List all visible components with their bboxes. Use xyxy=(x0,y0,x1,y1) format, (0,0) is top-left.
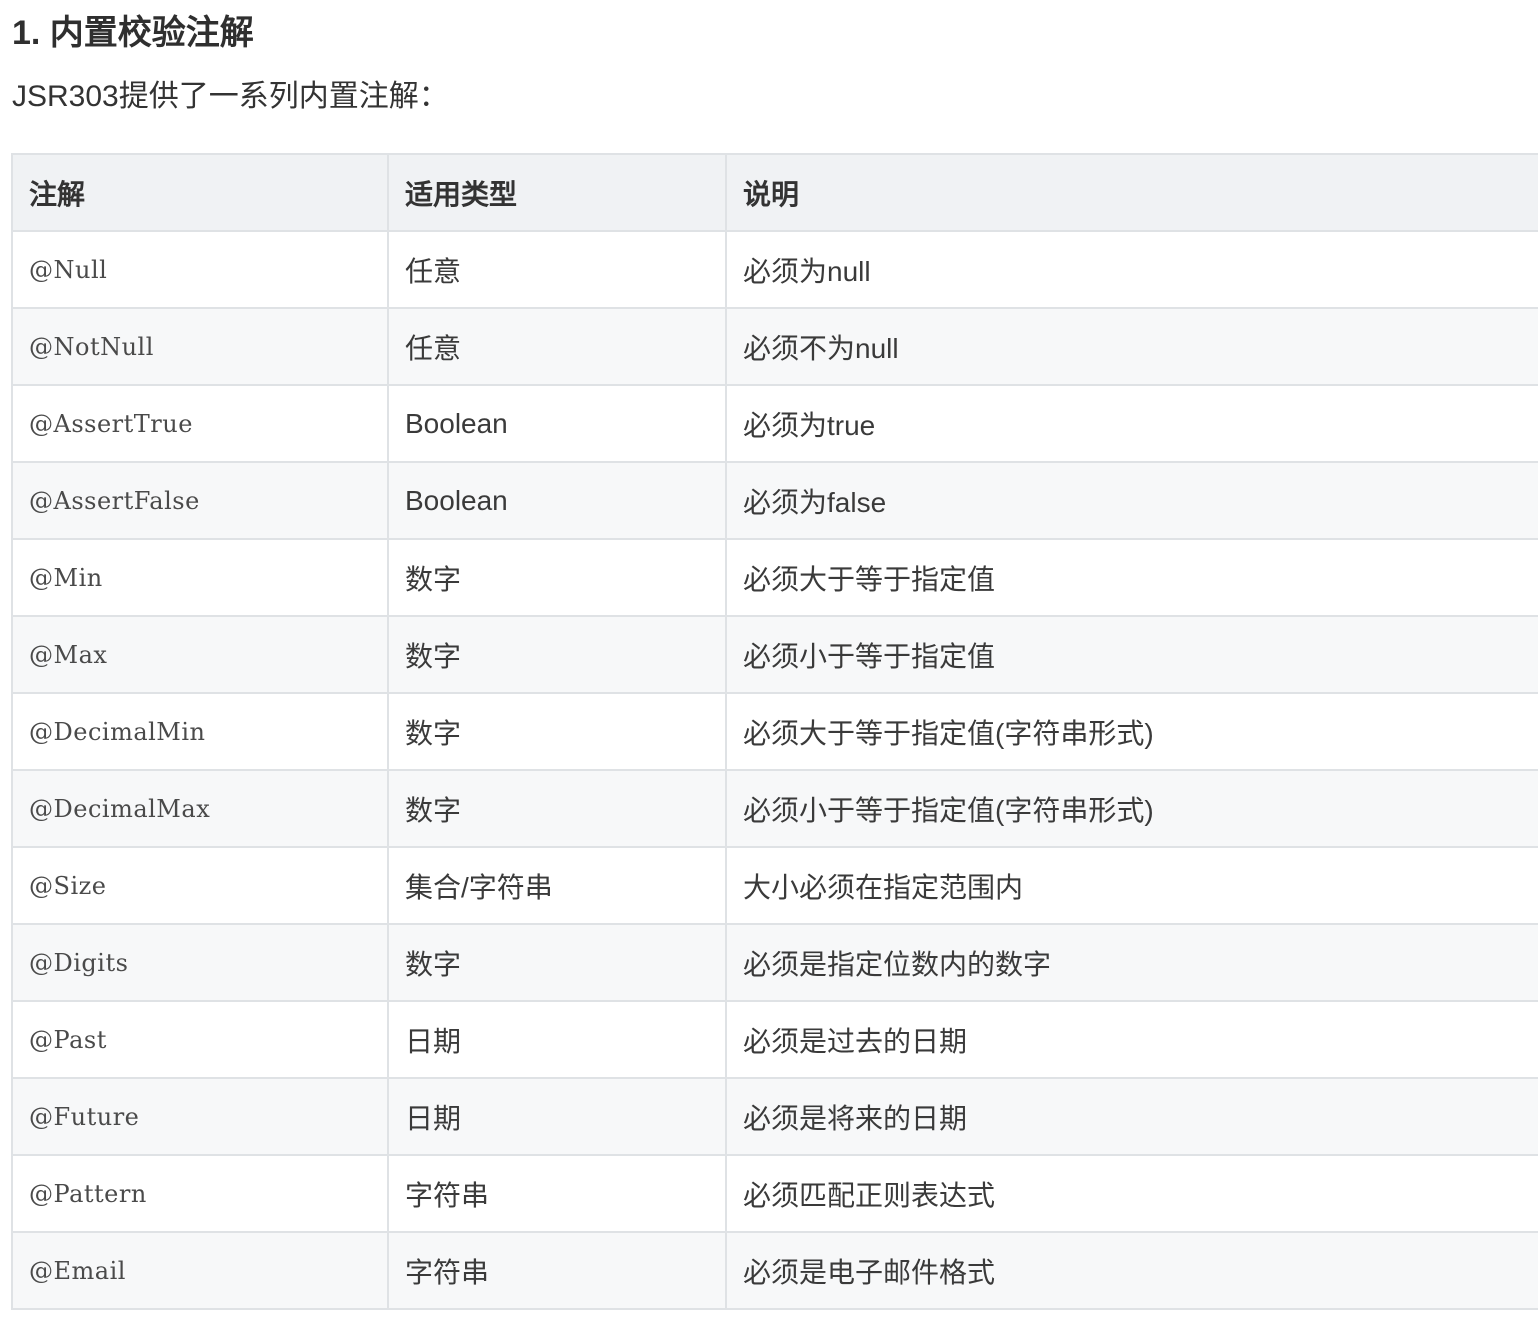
cell-description: 必须大于等于指定值 xyxy=(725,538,1538,617)
cell-type: Boolean xyxy=(387,461,727,540)
cell-type: 数字 xyxy=(387,615,727,694)
cell-type: 数字 xyxy=(387,923,727,1002)
header-description: 说明 xyxy=(725,153,1538,232)
cell-type: 数字 xyxy=(387,769,727,848)
cell-description: 必须为null xyxy=(725,230,1538,309)
annotations-table: 注解 适用类型 说明 @Null 任意 必须为null @NotNull 任意 必须不为n… xyxy=(11,153,1538,1310)
table-row: @DecimalMin 数字 必须大于等于指定值(字符串形式) xyxy=(11,692,1538,771)
table-row: @Pattern 字符串 必须匹配正则表达式 xyxy=(11,1154,1538,1233)
cell-type: 日期 xyxy=(387,1077,727,1156)
cell-annotation: @Pattern xyxy=(11,1154,389,1233)
cell-annotation: @AssertFalse xyxy=(11,461,389,540)
table-row: @Max 数字 必须小于等于指定值 xyxy=(11,615,1538,694)
cell-description: 必须不为null xyxy=(725,307,1538,386)
cell-annotation: @Email xyxy=(11,1231,389,1310)
cell-annotation: @NotNull xyxy=(11,307,389,386)
cell-annotation: @Null xyxy=(11,230,389,309)
table-row: @Null 任意 必须为null xyxy=(11,230,1538,309)
cell-description: 必须匹配正则表达式 xyxy=(725,1154,1538,1233)
cell-annotation: @Max xyxy=(11,615,389,694)
table-row: @AssertFalse Boolean 必须为false xyxy=(11,461,1538,540)
table-row: @Past 日期 必须是过去的日期 xyxy=(11,1000,1538,1079)
intro-paragraph: JSR303提供了一系列内置注解： xyxy=(12,80,449,113)
cell-description: 必须大于等于指定值(字符串形式) xyxy=(725,692,1538,771)
cell-type: Boolean xyxy=(387,384,727,463)
cell-description: 大小必须在指定范围内 xyxy=(725,846,1538,925)
cell-annotation: @DecimalMax xyxy=(11,769,389,848)
cell-description: 必须是过去的日期 xyxy=(725,1000,1538,1079)
cell-description: 必须小于等于指定值 xyxy=(725,615,1538,694)
cell-description: 必须为true xyxy=(725,384,1538,463)
cell-annotation: @Future xyxy=(11,1077,389,1156)
cell-type: 任意 xyxy=(387,307,727,386)
table-row: @Digits 数字 必须是指定位数内的数字 xyxy=(11,923,1538,1002)
section-heading: 1. 内置校验注解 xyxy=(12,14,254,52)
cell-description: 必须是将来的日期 xyxy=(725,1077,1538,1156)
table-row: @NotNull 任意 必须不为null xyxy=(11,307,1538,386)
cell-type: 集合/字符串 xyxy=(387,846,727,925)
table-header-row: 注解 适用类型 说明 xyxy=(11,153,1538,232)
table-row: @Future 日期 必须是将来的日期 xyxy=(11,1077,1538,1156)
cell-annotation: @Past xyxy=(11,1000,389,1079)
cell-description: 必须是电子邮件格式 xyxy=(725,1231,1538,1310)
cell-annotation: @Digits xyxy=(11,923,389,1002)
cell-description: 必须是指定位数内的数字 xyxy=(725,923,1538,1002)
cell-type: 字符串 xyxy=(387,1154,727,1233)
table-body: @Null 任意 必须为null @NotNull 任意 必须不为null @AssertT… xyxy=(11,230,1538,1310)
cell-type: 日期 xyxy=(387,1000,727,1079)
table-row: @Min 数字 必须大于等于指定值 xyxy=(11,538,1538,617)
table-row: @AssertTrue Boolean 必须为true xyxy=(11,384,1538,463)
table-row: @Size 集合/字符串 大小必须在指定范围内 xyxy=(11,846,1538,925)
table-row: @DecimalMax 数字 必须小于等于指定值(字符串形式) xyxy=(11,769,1538,848)
cell-annotation: @Min xyxy=(11,538,389,617)
cell-annotation: @AssertTrue xyxy=(11,384,389,463)
cell-type: 数字 xyxy=(387,692,727,771)
document-page: 1. 内置校验注解 JSR303提供了一系列内置注解： 注解 适用类型 说明 @… xyxy=(0,0,1538,1330)
cell-annotation: @DecimalMin xyxy=(11,692,389,771)
cell-description: 必须小于等于指定值(字符串形式) xyxy=(725,769,1538,848)
cell-annotation: @Size xyxy=(11,846,389,925)
cell-type: 数字 xyxy=(387,538,727,617)
cell-type: 任意 xyxy=(387,230,727,309)
cell-type: 字符串 xyxy=(387,1231,727,1310)
header-type: 适用类型 xyxy=(387,153,727,232)
cell-description: 必须为false xyxy=(725,461,1538,540)
header-annotation: 注解 xyxy=(11,153,389,232)
table-row: @Email 字符串 必须是电子邮件格式 xyxy=(11,1231,1538,1310)
